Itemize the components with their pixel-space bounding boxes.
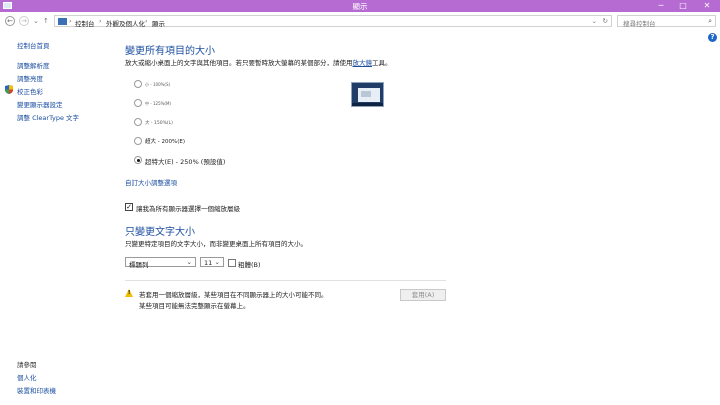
- radio-small-label: 小 - 100%(S): [145, 82, 171, 87]
- chevron-right-icon: ›: [99, 17, 102, 25]
- chevron-down-icon[interactable]: ⌄: [592, 17, 597, 25]
- window-title: 顯示: [352, 2, 368, 11]
- custom-scaling-link[interactable]: 自訂大小調整選項: [125, 177, 177, 187]
- chevron-right-icon: ›: [69, 17, 72, 25]
- sidebar-item-devices-printers[interactable]: 裝置和印表機: [17, 385, 56, 395]
- preview-taskbar: [352, 103, 383, 106]
- description-text: 放大或縮小桌面上的文字與其他項目。若只要暫時放大螢幕的某個部分，請使用: [125, 59, 353, 67]
- preview-panel: [361, 91, 371, 97]
- warning-text-line1: 若套用一個縮放層級，某些項目在不同顯示器上的大小可能不同。: [139, 291, 328, 299]
- sidebar-item-personalization[interactable]: 個人化: [17, 372, 37, 382]
- sidebar-item-brightness[interactable]: 調整亮度: [17, 73, 43, 83]
- help-icon[interactable]: ?: [708, 33, 717, 42]
- display-preview-image: [351, 82, 384, 107]
- breadcrumb-control-panel[interactable]: 控制台: [75, 18, 95, 28]
- size-select[interactable]: 11 ⌄: [200, 257, 224, 267]
- item-select-value: 標題列: [129, 261, 149, 269]
- control-panel-folder-icon: [58, 18, 67, 25]
- forward-button[interactable]: →: [19, 16, 29, 26]
- minimize-button[interactable]: ─: [650, 0, 672, 12]
- sidebar-home-link[interactable]: 控制台首頁: [17, 40, 50, 50]
- sidebar-item-cleartype[interactable]: 調整 ClearType 文字: [17, 112, 79, 122]
- breadcrumb-appearance[interactable]: 外觀及個人化: [106, 18, 145, 28]
- title-bar: 顯示 ─ □ ✕: [0, 0, 720, 12]
- radio-extra-large[interactable]: [134, 137, 142, 145]
- item-select[interactable]: 標題列 ⌄: [125, 257, 196, 269]
- text-size-description: 只變更特定項目的文字大小，而非變更桌面上所有項目的大小。: [125, 240, 307, 248]
- breadcrumb-display[interactable]: 顯示: [152, 18, 165, 28]
- radio-extra-extra-large-label: 超特大(E) - 250% (預設值): [145, 158, 226, 166]
- radio-small[interactable]: [134, 80, 142, 88]
- address-bar[interactable]: › 控制台 › 外觀及個人化 › 顯示 ⌄ ↻: [54, 15, 612, 28]
- magnifier-link[interactable]: 放大鏡: [353, 59, 373, 67]
- radio-extra-extra-large[interactable]: [134, 156, 142, 164]
- radio-large[interactable]: [134, 118, 142, 126]
- refresh-icon[interactable]: ↻: [603, 17, 608, 25]
- search-placeholder: 搜尋控制台: [623, 20, 656, 28]
- per-display-checkbox[interactable]: ✓: [125, 203, 133, 211]
- chevron-down-icon: ⌄: [214, 258, 220, 266]
- maximize-button[interactable]: □: [672, 0, 694, 12]
- shield-icon: [5, 85, 13, 94]
- back-button[interactable]: ←: [5, 16, 15, 26]
- apply-button[interactable]: 套用(A): [400, 289, 446, 301]
- warning-text-line2: 某些項目可能無法完整顯示在螢幕上。: [139, 302, 250, 310]
- description-text-end: 工具。: [372, 59, 392, 67]
- close-button[interactable]: ✕: [694, 0, 720, 12]
- divider: [125, 280, 446, 281]
- text-size-heading: 只變更文字大小: [125, 227, 195, 238]
- search-icon[interactable]: ⌕: [708, 17, 712, 26]
- chevron-down-icon: ⌄: [186, 258, 192, 266]
- warning-icon: !: [125, 289, 133, 297]
- address-row: ← → ⌄ ↑ › 控制台 › 外觀及個人化 › 顯示 ⌄ ↻ 搜尋控制台 ⌕: [0, 12, 720, 30]
- up-button[interactable]: ↑: [43, 17, 49, 25]
- radio-medium-label: 中 - 125%(M): [145, 101, 171, 106]
- recent-pages-button[interactable]: ⌄: [33, 17, 39, 25]
- per-display-checkbox-label: 讓我為所有顯示器選擇一個縮放層級: [136, 205, 240, 213]
- radio-extra-large-label: 超大 - 200%(E): [145, 139, 185, 145]
- change-size-heading: 變更所有項目的大小: [125, 46, 215, 57]
- change-size-description: 放大或縮小桌面上的文字與其他項目。若只要暫時放大螢幕的某個部分，請使用放大鏡工具…: [125, 57, 392, 67]
- bold-checkbox[interactable]: [228, 259, 236, 267]
- sidebar-item-display-settings[interactable]: 變更顯示器設定: [17, 99, 63, 109]
- sidebar-item-resolution[interactable]: 調整解析度: [17, 60, 50, 70]
- see-also-header: 請參閱: [17, 361, 37, 369]
- radio-large-label: 大 - 150%(L): [145, 121, 173, 126]
- size-select-value: 11: [204, 259, 213, 267]
- radio-medium[interactable]: [134, 99, 142, 107]
- chevron-right-icon: ›: [145, 17, 148, 25]
- sidebar-item-calibrate[interactable]: 校正色彩: [17, 86, 43, 96]
- search-input[interactable]: 搜尋控制台 ⌕: [617, 15, 716, 28]
- bold-checkbox-label: 粗體(B): [238, 261, 261, 269]
